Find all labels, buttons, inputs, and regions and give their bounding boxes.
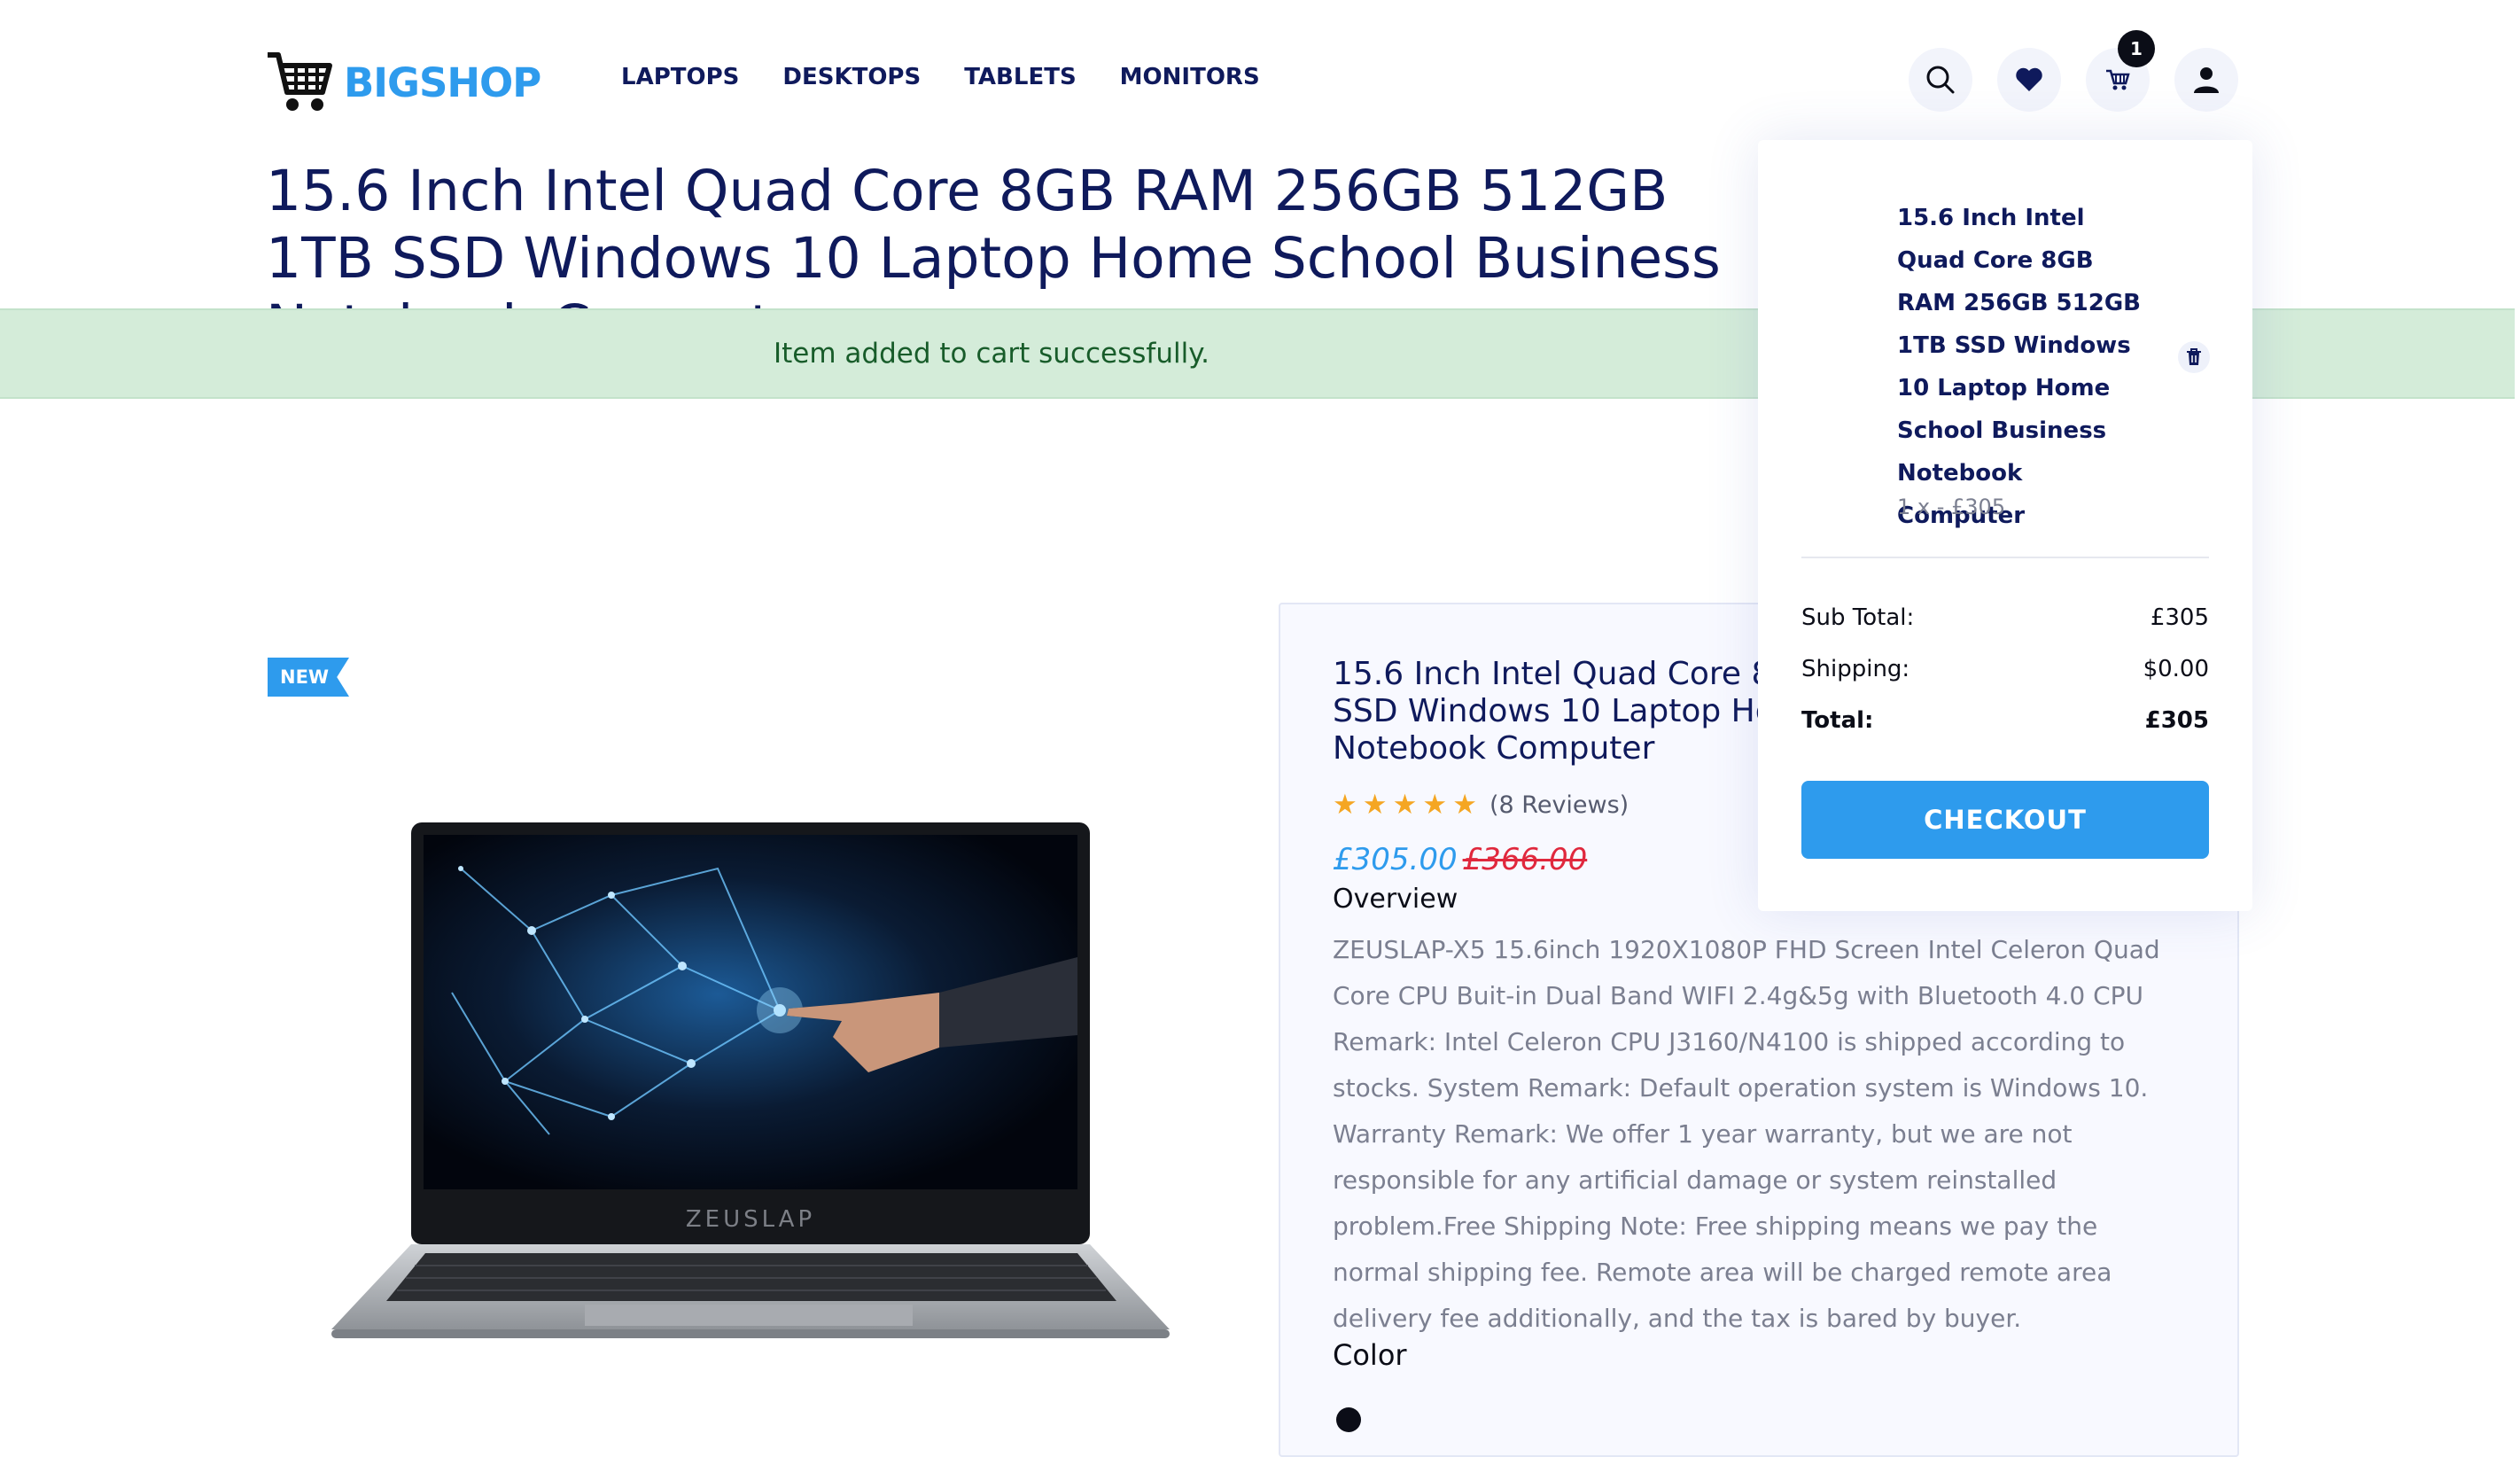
color-swatch-black[interactable]	[1336, 1407, 1361, 1432]
user-icon	[2194, 67, 2219, 93]
current-price: £305.00	[1333, 842, 1458, 877]
nav-laptops[interactable]: LAPTOPS	[621, 64, 739, 90]
shipping-value: $0.00	[2143, 656, 2209, 682]
cart-icon	[2106, 69, 2130, 90]
cart-item-qty: 1 x - £305	[1897, 495, 2006, 519]
old-price: £366.00	[1462, 842, 1588, 877]
cart-item-title[interactable]: 15.6 Inch Intel Quad Core 8GB RAM 256GB …	[1897, 197, 2154, 537]
overview-heading: Overview	[1333, 884, 1458, 915]
rating: ★ ★ ★ ★ ★ (8 Reviews)	[1333, 789, 1629, 821]
brand-name: BIGSHOP	[344, 58, 541, 106]
new-badge: NEW	[268, 658, 349, 697]
account-button[interactable]	[2174, 48, 2238, 112]
cart-divider	[1801, 557, 2209, 558]
trash-icon	[2187, 348, 2201, 365]
product-image[interactable]: ZEUSLAP	[319, 815, 1170, 1347]
total-value: £305	[2144, 707, 2209, 734]
laptop-brand-text: ZEUSLAP	[686, 1206, 815, 1233]
star-icon: ★	[1422, 789, 1448, 821]
main-nav: LAPTOPS DESKTOPS TABLETS MONITORS	[621, 64, 1260, 90]
cart-count-badge: 1	[2118, 30, 2155, 67]
nav-monitors[interactable]: MONITORS	[1120, 64, 1260, 90]
subtotal-label: Sub Total:	[1801, 604, 1915, 631]
wishlist-button[interactable]	[1997, 48, 2061, 112]
subtotal-value: £305	[2150, 604, 2209, 631]
total-label: Total:	[1801, 707, 1874, 734]
star-icon: ★	[1333, 789, 1357, 821]
shipping-label: Shipping:	[1801, 656, 1910, 682]
alert-message: Item added to cart successfully.	[774, 338, 1209, 370]
remove-item-button[interactable]	[2178, 341, 2210, 373]
brand-logo[interactable]: BIGSHOP	[266, 50, 541, 115]
star-icon: ★	[1452, 789, 1477, 821]
cart-logo-icon	[268, 52, 332, 111]
heart-icon	[2016, 67, 2042, 91]
shipping-row: Shipping: $0.00	[1801, 656, 2209, 682]
checkout-button[interactable]: CHECKOUT	[1801, 781, 2209, 859]
search-button[interactable]	[1909, 48, 1972, 112]
reviews-link[interactable]: (8 Reviews)	[1489, 791, 1629, 819]
subtotal-row: Sub Total: £305	[1801, 604, 2209, 631]
price: £305.00 £366.00	[1333, 842, 1587, 877]
nav-desktops[interactable]: DESKTOPS	[782, 64, 921, 90]
color-heading: Color	[1333, 1338, 1407, 1372]
nav-tablets[interactable]: TABLETS	[964, 64, 1076, 90]
total-row: Total: £305	[1801, 707, 2209, 734]
star-icon: ★	[1362, 789, 1388, 821]
search-icon	[1926, 66, 1955, 94]
star-icon: ★	[1392, 789, 1418, 821]
product-description: ZEUSLAP-X5 15.6inch 1920X1080P FHD Scree…	[1333, 935, 2160, 1333]
